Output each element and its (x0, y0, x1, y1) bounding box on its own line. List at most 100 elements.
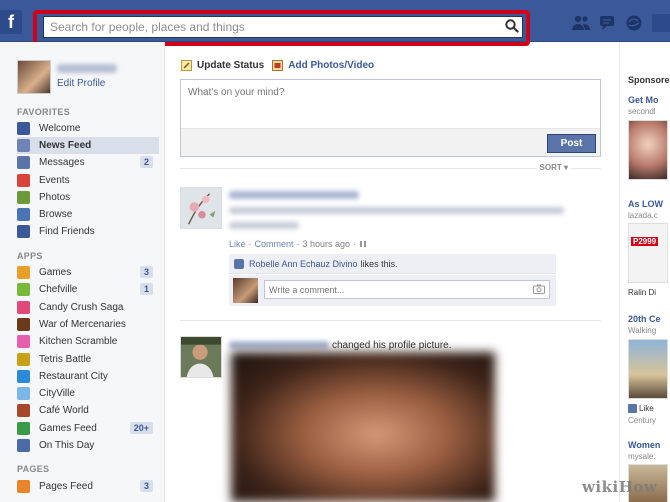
sidebar-item-games-feed[interactable]: Games Feed 20+ (17, 420, 159, 437)
liker-name[interactable]: Robelle Ann Echauz Divino (249, 259, 358, 269)
post-text-line-1 (229, 207, 564, 214)
ad-4-title[interactable]: Women (628, 440, 660, 450)
sponsored-column: Sponsored Get Mo secondl As LOW lazada.c… (619, 42, 670, 502)
composer-footer: Post (181, 128, 600, 156)
left-sidebar: Edit Profile FAVORITES Welcome News Feed M… (0, 42, 165, 502)
tab-update-status[interactable]: Update Status (181, 60, 264, 71)
sidebar-item-cityville[interactable]: CityVille (17, 385, 159, 402)
post-timestamp[interactable]: 3 hours ago (303, 239, 351, 249)
sidebar-item-label: Kitchen Scramble (39, 336, 118, 348)
sidebar-item-count: 2 (139, 156, 153, 169)
messages-icon[interactable] (598, 14, 618, 32)
likes-summary: Robelle Ann Echauz Divino likes this. (229, 254, 556, 274)
post2-profile-photo-blurred[interactable] (231, 352, 495, 502)
sidebar-item-label: Welcome (39, 123, 81, 134)
kitchen-scramble-icon (17, 335, 30, 349)
account-menu-icon[interactable] (652, 14, 670, 32)
post-button[interactable]: Post (547, 134, 596, 153)
ad-2-title[interactable]: As LOW (628, 199, 663, 209)
sidebar-item-label: Pages Feed (39, 481, 93, 492)
sidebar-item-events[interactable]: Events (17, 172, 159, 189)
messages-icon (17, 156, 30, 170)
sidebar-item-caf-world[interactable]: Café World (17, 402, 159, 419)
sidebar-item-count: 3 (139, 480, 153, 492)
sidebar-item-label: Events (39, 174, 70, 186)
facebook-logo[interactable]: f (0, 10, 22, 34)
ad-2-sub: lazada.c (628, 211, 658, 220)
sidebar-item-label: Messages (39, 157, 85, 169)
post-author-name-blurred[interactable] (229, 191, 359, 199)
composer-tabs: Update Status Add Photos/Video (181, 60, 374, 71)
comment-link[interactable]: Comment (255, 239, 294, 249)
sidebar-item-welcome[interactable]: Welcome (17, 120, 159, 137)
post-divider (180, 320, 601, 321)
browse-icon (17, 208, 30, 221)
cityville-icon (17, 387, 30, 401)
chefville-icon (17, 283, 30, 297)
sidebar-item-on-this-day[interactable]: On This Day (17, 437, 159, 454)
sidebar-item-restaurant-city[interactable]: Restaurant City (17, 368, 159, 385)
sidebar-item-find-friends[interactable]: Find Friends (17, 223, 159, 240)
likes-suffix: likes this. (360, 258, 398, 269)
wikihow-watermark: wikiHow (582, 478, 658, 496)
sidebar-item-label: CityVille (39, 388, 75, 400)
sidebar-item-war-of-mercenaries[interactable]: War of Mercenaries (17, 316, 159, 333)
comment-box (229, 275, 556, 306)
sidebar-item-messages[interactable]: Messages 2 (17, 154, 159, 171)
sidebar-item-kitchen-scramble[interactable]: Kitchen Scramble (17, 333, 159, 350)
sidebar-item-browse[interactable]: Browse (17, 206, 159, 223)
ad-1-image[interactable] (628, 120, 668, 180)
ad-2-image[interactable] (628, 223, 668, 283)
pencil-icon (181, 60, 192, 71)
status-input[interactable] (181, 80, 600, 128)
news-feed-icon (17, 139, 30, 153)
ad-3-image[interactable] (628, 339, 668, 399)
games-icon (17, 266, 30, 279)
ad-1-title[interactable]: Get Mo (628, 95, 659, 105)
sidebar-item-games[interactable]: Games 3 (17, 264, 159, 281)
sidebar-item-label: Tetris Battle (39, 353, 92, 365)
sidebar-item-photos[interactable]: Photos (17, 189, 159, 206)
sidebar-item-label: Browse (39, 209, 73, 220)
sidebar-item-label: Candy Crush Saga (39, 301, 124, 313)
post-actions: Like · Comment · 3 hours ago · (229, 239, 368, 249)
friend-requests-icon[interactable] (571, 14, 591, 32)
on-this-day-icon (17, 439, 30, 452)
sidebar-item-label: On This Day (39, 440, 95, 451)
post-author-avatar[interactable] (180, 187, 222, 229)
tab-add-photos[interactable]: Add Photos/Video (272, 60, 374, 71)
sidebar-item-label: Games (39, 267, 72, 278)
separator: · (296, 239, 300, 249)
edit-profile-link[interactable]: Edit Profile (57, 78, 105, 89)
post2-author-avatar[interactable] (180, 336, 222, 378)
sort-divider: SORT ▾ (180, 163, 601, 178)
candy-crush-icon (17, 300, 30, 314)
sidebar-item-label: Café World (39, 405, 89, 417)
ad-3-title[interactable]: 20th Ce (628, 314, 661, 324)
sort-button[interactable]: SORT ▾ (536, 163, 571, 172)
profile-name-blurred[interactable] (57, 64, 117, 73)
post2-author-name-blurred[interactable] (229, 341, 329, 349)
ad-3-like-label: Like (639, 404, 654, 413)
find-friends-icon (17, 225, 30, 239)
like-link[interactable]: Like (229, 239, 246, 249)
sponsored-title: Sponsored (628, 75, 670, 85)
status-composer: Post (180, 79, 601, 157)
sidebar-item-tetris-battle[interactable]: Tetris Battle (17, 351, 159, 368)
ad-3-like-row[interactable]: Like (628, 404, 654, 413)
add-photos-label: Add Photos/Video (288, 60, 375, 71)
notifications-icon[interactable] (624, 14, 644, 32)
sidebar-item-news-feed[interactable]: News Feed (17, 137, 159, 155)
attach-photo-icon[interactable] (533, 284, 545, 294)
cafe-world-icon (17, 404, 30, 418)
privacy-icon[interactable] (359, 240, 368, 248)
sidebar-item-candy-crush-saga[interactable]: Candy Crush Saga (17, 299, 159, 316)
comment-input[interactable] (264, 280, 550, 299)
ad-2-like: Ralin Di (628, 288, 657, 297)
restaurant-city-icon (17, 369, 30, 383)
sidebar-item-chefville[interactable]: Chefville 1 (17, 281, 159, 298)
profile-avatar[interactable] (17, 60, 51, 94)
sidebar-item-pages-feed[interactable]: Pages Feed 3 (17, 478, 159, 495)
ad-2-price: P2999 (631, 237, 659, 246)
sidebar-item-label: Find Friends (39, 226, 95, 238)
